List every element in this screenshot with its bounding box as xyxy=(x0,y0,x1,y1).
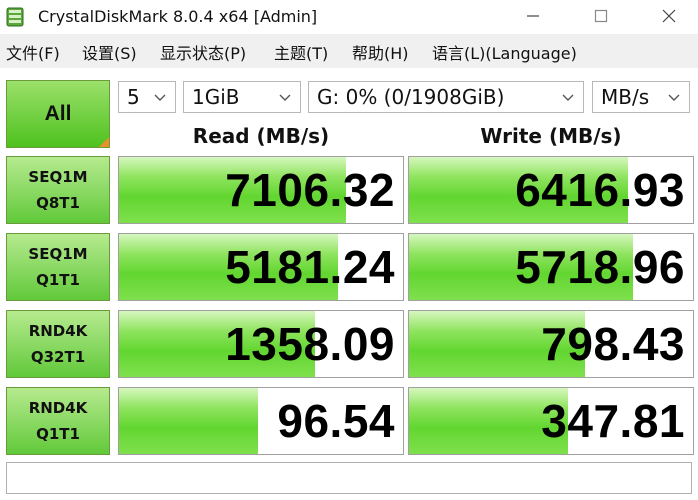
close-button[interactable] xyxy=(646,2,692,30)
chevron-down-icon xyxy=(668,94,680,101)
comment-field[interactable] xyxy=(6,462,692,494)
read-value: 5181.24 xyxy=(225,241,395,293)
test-seq1m-q1t1-button[interactable]: SEQ1M Q1T1 xyxy=(6,233,110,301)
test-label-line1: SEQ1M xyxy=(28,245,88,263)
chevron-down-icon xyxy=(279,94,291,101)
menu-settings[interactable]: 设置(S) xyxy=(82,40,137,64)
result-read-cell: 1358.09 xyxy=(118,310,404,378)
read-value: 96.54 xyxy=(277,395,395,447)
menu-language[interactable]: 语言(L)(Language) xyxy=(432,40,577,64)
read-column-header: Read (MB/s) xyxy=(192,124,330,148)
drive-value: G: 0% (0/1908GiB) xyxy=(317,85,505,109)
test-label-line1: RND4K xyxy=(28,399,88,417)
close-icon xyxy=(662,9,676,23)
all-button-corner-mark xyxy=(99,137,109,147)
window-title: CrystalDiskMark 8.0.4 x64 [Admin] xyxy=(38,7,318,26)
test-rnd4k-q1t1-button[interactable]: RND4K Q1T1 xyxy=(6,387,110,455)
write-value: 347.81 xyxy=(541,395,685,447)
test-label-line1: SEQ1M xyxy=(28,168,88,186)
all-button-label: All xyxy=(44,102,72,125)
drive-select[interactable]: G: 0% (0/1908GiB) xyxy=(308,81,584,113)
write-value: 6416.93 xyxy=(515,164,685,216)
test-size-value: 1GiB xyxy=(192,85,240,109)
test-count-value: 5 xyxy=(127,85,140,109)
test-count-select[interactable]: 5 xyxy=(118,81,176,113)
minimize-button[interactable] xyxy=(510,2,556,30)
menu-bar: 文件(F) 设置(S) 显示状态(P) 主题(T) 帮助(H) 语言(L)(La… xyxy=(0,36,698,66)
result-read-cell: 5181.24 xyxy=(118,233,404,301)
menu-display[interactable]: 显示状态(P) xyxy=(160,40,246,64)
menu-file[interactable]: 文件(F) xyxy=(6,40,60,64)
result-write-cell: 5718.96 xyxy=(408,233,694,301)
maximize-button[interactable] xyxy=(578,2,624,30)
test-label-line2: Q1T1 xyxy=(36,425,80,443)
write-value: 5718.96 xyxy=(515,241,685,293)
write-value: 798.43 xyxy=(541,318,685,370)
title-bar: CrystalDiskMark 8.0.4 x64 [Admin] xyxy=(0,0,698,34)
all-button[interactable]: All xyxy=(6,80,110,148)
chevron-down-icon xyxy=(154,94,166,101)
test-rnd4k-q32t1-button[interactable]: RND4K Q32T1 xyxy=(6,310,110,378)
test-size-select[interactable]: 1GiB xyxy=(183,81,301,113)
unit-select[interactable]: MB/s xyxy=(592,81,690,113)
main-panel: All 5 1GiB G: 0% (0/1908GiB) MB/s Read (… xyxy=(0,68,698,500)
test-label-line1: RND4K xyxy=(28,322,88,340)
test-seq1m-q8t1-button[interactable]: SEQ1M Q8T1 xyxy=(6,156,110,224)
test-label-line2: Q32T1 xyxy=(30,348,86,366)
chevron-down-icon xyxy=(562,94,574,101)
app-disk-icon xyxy=(6,7,24,27)
result-write-cell: 798.43 xyxy=(408,310,694,378)
test-label-line2: Q1T1 xyxy=(36,271,80,289)
result-write-cell: 347.81 xyxy=(408,387,694,455)
menu-theme[interactable]: 主题(T) xyxy=(274,40,328,64)
read-value: 1358.09 xyxy=(225,318,395,370)
unit-value: MB/s xyxy=(601,85,650,109)
menu-help[interactable]: 帮助(H) xyxy=(352,40,409,64)
write-column-header: Write (MB/s) xyxy=(480,124,622,148)
read-value: 7106.32 xyxy=(225,164,395,216)
result-read-cell: 96.54 xyxy=(118,387,404,455)
test-label-line2: Q8T1 xyxy=(36,194,80,212)
result-write-cell: 6416.93 xyxy=(408,156,694,224)
maximize-icon xyxy=(594,9,608,23)
read-progress-bar xyxy=(119,388,259,454)
result-read-cell: 7106.32 xyxy=(118,156,404,224)
minimize-icon xyxy=(527,15,539,17)
